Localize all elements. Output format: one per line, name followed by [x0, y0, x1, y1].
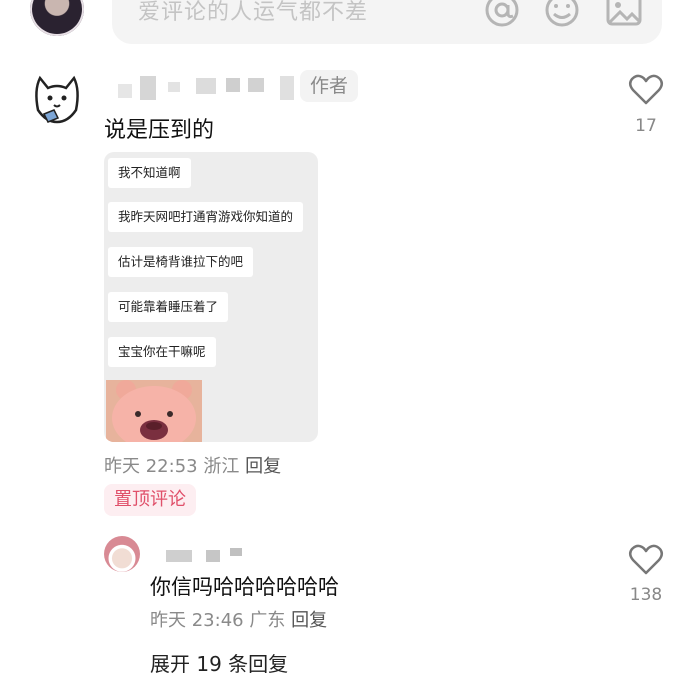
reply-text: 你信吗哈哈哈哈哈哈 — [150, 575, 339, 599]
author-name-redacted — [110, 74, 300, 102]
at-icon[interactable] — [482, 0, 522, 28]
pink-bear-sticker — [106, 380, 202, 442]
chat-message: 宝宝你在干嘛呢 — [108, 337, 216, 367]
heart-icon[interactable] — [628, 544, 664, 576]
comment-text: 说是压到的 — [104, 118, 215, 143]
reply-location: 广东 — [249, 610, 286, 631]
chat-message: 可能靠着睡压着了 — [108, 292, 229, 322]
heart-icon[interactable] — [628, 74, 664, 106]
chat-message: 估计是椅背谁拉下的吧 — [108, 247, 254, 277]
replier-avatar[interactable] — [104, 536, 140, 572]
author-tag: 作者 — [300, 70, 359, 102]
reply-button[interactable]: 回复 — [291, 610, 327, 631]
chat-message: 我昨天网吧打通宵游戏你知道的 — [108, 202, 304, 232]
like-count: 138 — [629, 585, 663, 605]
chat-screenshot-image[interactable]: 我不知道啊 我昨天网吧打通宵游戏你知道的 估计是椅背谁拉下的吧 可能靠着睡压着了… — [104, 152, 318, 442]
comment-time: 昨天 22:53 — [104, 456, 198, 477]
pinned-badge: 置顶评论 — [104, 484, 196, 516]
comment-location: 浙江 — [203, 456, 240, 477]
comment-meta: 昨天 22:53 浙江 回复 — [104, 452, 281, 478]
replier-name-redacted — [164, 548, 254, 564]
reply-time: 昨天 23:46 — [150, 610, 244, 631]
emoji-icon[interactable] — [542, 0, 582, 28]
reply-button[interactable]: 回复 — [245, 456, 281, 477]
image-icon[interactable] — [604, 0, 644, 28]
current-user-avatar — [30, 0, 84, 36]
chat-message: 我不知道啊 — [108, 158, 191, 188]
comment-input-placeholder[interactable]: 爱评论的人运气都不差 — [138, 0, 368, 26]
reply-meta: 昨天 23:46 广东 回复 — [150, 606, 327, 632]
like-count: 17 — [635, 116, 657, 136]
expand-replies-button[interactable]: 展开 19 条回复 — [150, 648, 288, 677]
author-avatar[interactable] — [28, 70, 86, 128]
